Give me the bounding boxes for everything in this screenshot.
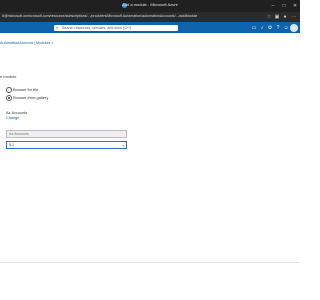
gallery-module-label: Az.Accounts (6, 111, 28, 115)
section-label: e module (0, 74, 17, 79)
minimize-icon[interactable]: – (268, 0, 278, 12)
radio-browse-gallery[interactable] (6, 95, 12, 101)
option-label: Browse for file (13, 87, 39, 92)
window-title: Add a module - Microsoft Azure (122, 2, 178, 7)
address-bar[interactable]: #@microsoft.onmicrosoft.com/resource/sub… (0, 12, 300, 22)
runtime-version-value: 5.1 (9, 143, 14, 147)
option-label: Browse from gallery (13, 95, 49, 100)
runtime-version-select[interactable]: 5.1 ⌄ (6, 141, 127, 149)
notifications-icon[interactable]: ♪ (258, 24, 266, 32)
settings-icon[interactable]: ⚙ (266, 24, 274, 32)
breadcrumb[interactable]: AutomationAccount | Modules > (0, 41, 54, 45)
profile-icon[interactable]: ● (282, 13, 288, 21)
feedback-icon[interactable]: ☺ (282, 24, 290, 32)
module-name-value: Az.Accounts (9, 132, 29, 136)
search-icon: ⌕ (56, 24, 59, 30)
avatar[interactable] (290, 24, 298, 32)
url-text[interactable]: #@microsoft.onmicrosoft.com/resource/sub… (2, 14, 262, 18)
search-input[interactable]: ⌕ Search resources, services, and docs (… (54, 24, 178, 31)
close-icon[interactable]: ✕ (290, 0, 300, 12)
cloud-shell-icon[interactable]: ▭ (250, 24, 258, 32)
favorites-icon[interactable]: ☆ (266, 13, 272, 21)
radio-browse-file[interactable] (6, 87, 12, 93)
browser-titlebar: Add a module - Microsoft Azure – □ ✕ (0, 0, 300, 12)
change-link[interactable]: Change (6, 116, 19, 120)
module-name-field: Az.Accounts (6, 130, 127, 138)
chevron-down-icon: ⌄ (121, 142, 125, 147)
help-icon[interactable]: ? (274, 24, 282, 32)
search-placeholder: Search resources, services, and docs (G+… (62, 25, 132, 30)
divider (0, 262, 300, 263)
collections-icon[interactable]: ▣ (274, 13, 280, 21)
maximize-icon[interactable]: □ (279, 0, 289, 12)
more-icon[interactable]: ⋯ (291, 13, 297, 21)
